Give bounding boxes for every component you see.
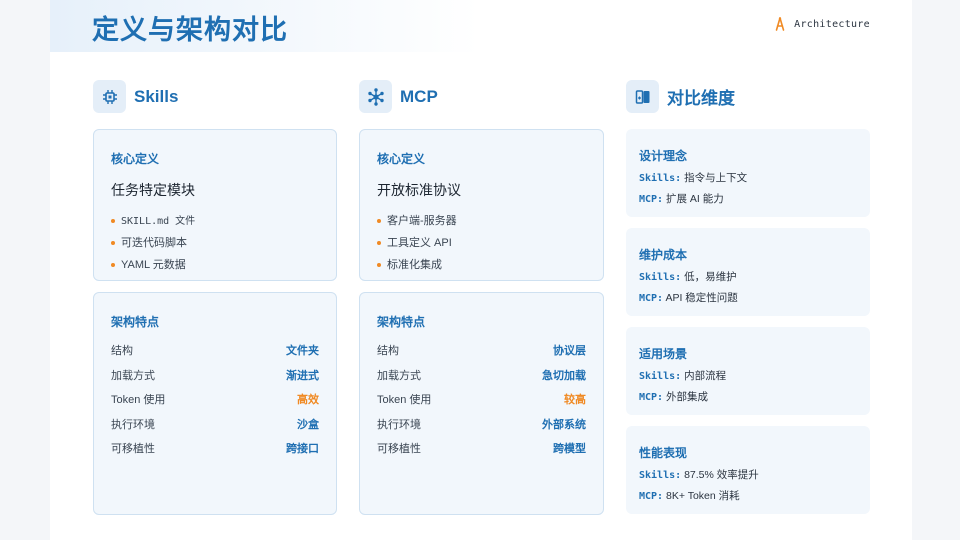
comparison-card: 性能表现 Skills: 87.5% 效率提升 MCP: 8K+ Token 消… (626, 426, 870, 514)
skills-heading: Skills (93, 80, 178, 113)
feature-key: 可移植性 (377, 443, 421, 456)
brand: Architecture (775, 17, 870, 31)
skills-line: Skills: 87.5% 效率提升 (639, 469, 759, 481)
features-title: 架构特点 (377, 315, 426, 329)
feature-key: 执行环境 (111, 418, 155, 431)
core-subtitle: 开放标准协议 (377, 182, 461, 198)
skills-line: Skills: 指令与上下文 (639, 172, 748, 184)
list-item: 标准化集成 (377, 254, 586, 276)
feature-key: Token 使用 (111, 394, 166, 407)
mcp-features-card: 架构特点 结构 协议层 加载方式 急切加载 Token 使用 较高 执行环境 外… (359, 292, 604, 515)
feature-value: 急切加载 (542, 369, 586, 382)
comparison-card: 设计理念 Skills: 指令与上下文 MCP: 扩展 AI 能力 (626, 129, 870, 217)
comparison-title: 性能表现 (639, 446, 688, 460)
mcp-heading: MCP (359, 80, 438, 113)
comparison-card: 适用场景 Skills: 内部流程 MCP: 外部集成 (626, 327, 870, 415)
feature-value: 跨模型 (553, 443, 586, 456)
skills-line: Skills: 低，易维护 (639, 271, 737, 283)
comparison-heading-label: 对比维度 (667, 89, 735, 108)
comparison-title: 维护成本 (639, 248, 688, 262)
skills-core-card: 核心定义 任务特定模块 SKILL.md 文件 可迭代码脚本 YAML 元数据 (93, 129, 337, 281)
feature-key: Token 使用 (377, 394, 432, 407)
core-title: 核心定义 (111, 152, 160, 166)
feature-row: 执行环境 外部系统 (377, 412, 586, 437)
feature-row: 可移植性 跨接口 (111, 436, 319, 461)
feature-row: 加载方式 渐进式 (111, 363, 319, 388)
feature-value: 沙盒 (297, 418, 319, 431)
feature-key: 加载方式 (377, 369, 421, 382)
list-item: 可迭代码脚本 (111, 232, 319, 254)
list-item: 客户端-服务器 (377, 210, 586, 232)
feature-row: 可移植性 跨模型 (377, 436, 586, 461)
feature-value: 文件夹 (286, 345, 319, 358)
feature-value: 外部系统 (542, 418, 586, 431)
comparison-title: 设计理念 (639, 149, 688, 163)
chip-icon (93, 80, 126, 113)
compare-icon (626, 80, 659, 113)
mcp-line: MCP: 8K+ Token 消耗 (639, 490, 740, 502)
feature-value: 协议层 (553, 345, 586, 358)
comparison-card: 维护成本 Skills: 低，易维护 MCP: API 稳定性问题 (626, 228, 870, 316)
feature-row: Token 使用 高效 (111, 387, 319, 412)
features-title: 架构特点 (111, 315, 160, 329)
brand-label: Architecture (794, 18, 870, 30)
feature-row: Token 使用 较高 (377, 387, 586, 412)
mcp-line: MCP: 外部集成 (639, 391, 709, 403)
mcp-core-card: 核心定义 开放标准协议 客户端-服务器 工具定义 API 标准化集成 (359, 129, 604, 281)
comparison-heading: 对比维度 (626, 80, 735, 113)
list-item: 工具定义 API (377, 232, 586, 254)
mcp-line: MCP: API 稳定性问题 (639, 292, 738, 304)
skills-features-card: 架构特点 结构 文件夹 加载方式 渐进式 Token 使用 高效 执行环境 沙盒… (93, 292, 337, 515)
feature-value: 较高 (564, 394, 586, 407)
feature-row: 结构 文件夹 (111, 338, 319, 363)
feature-row: 执行环境 沙盒 (111, 412, 319, 437)
feature-value: 跨接口 (286, 443, 319, 456)
core-bullets: 客户端-服务器 工具定义 API 标准化集成 (377, 210, 586, 276)
features-list: 结构 文件夹 加载方式 渐进式 Token 使用 高效 执行环境 沙盒 可移植性… (111, 338, 319, 461)
network-hub-icon (359, 80, 392, 113)
feature-value: 高效 (297, 394, 319, 407)
feature-key: 执行环境 (377, 418, 421, 431)
feature-key: 结构 (111, 345, 133, 358)
core-title: 核心定义 (377, 152, 426, 166)
feature-key: 加载方式 (111, 369, 155, 382)
feature-row: 结构 协议层 (377, 338, 586, 363)
comparison-title: 适用场景 (639, 347, 688, 361)
page-title: 定义与架构对比 (92, 15, 288, 45)
feature-value: 渐进式 (286, 369, 319, 382)
features-list: 结构 协议层 加载方式 急切加载 Token 使用 较高 执行环境 外部系统 可… (377, 338, 586, 461)
list-item: YAML 元数据 (111, 254, 319, 276)
skills-heading-label: Skills (134, 86, 179, 106)
core-subtitle: 任务特定模块 (111, 182, 195, 198)
mcp-line: MCP: 扩展 AI 能力 (639, 193, 724, 205)
core-bullets: SKILL.md 文件 可迭代码脚本 YAML 元数据 (111, 210, 319, 276)
feature-row: 加载方式 急切加载 (377, 363, 586, 388)
feature-key: 可移植性 (111, 443, 155, 456)
compass-icon (775, 17, 785, 31)
list-item: SKILL.md 文件 (111, 210, 319, 232)
skills-line: Skills: 内部流程 (639, 370, 727, 382)
feature-key: 结构 (377, 345, 399, 358)
mcp-heading-label: MCP (400, 86, 438, 106)
